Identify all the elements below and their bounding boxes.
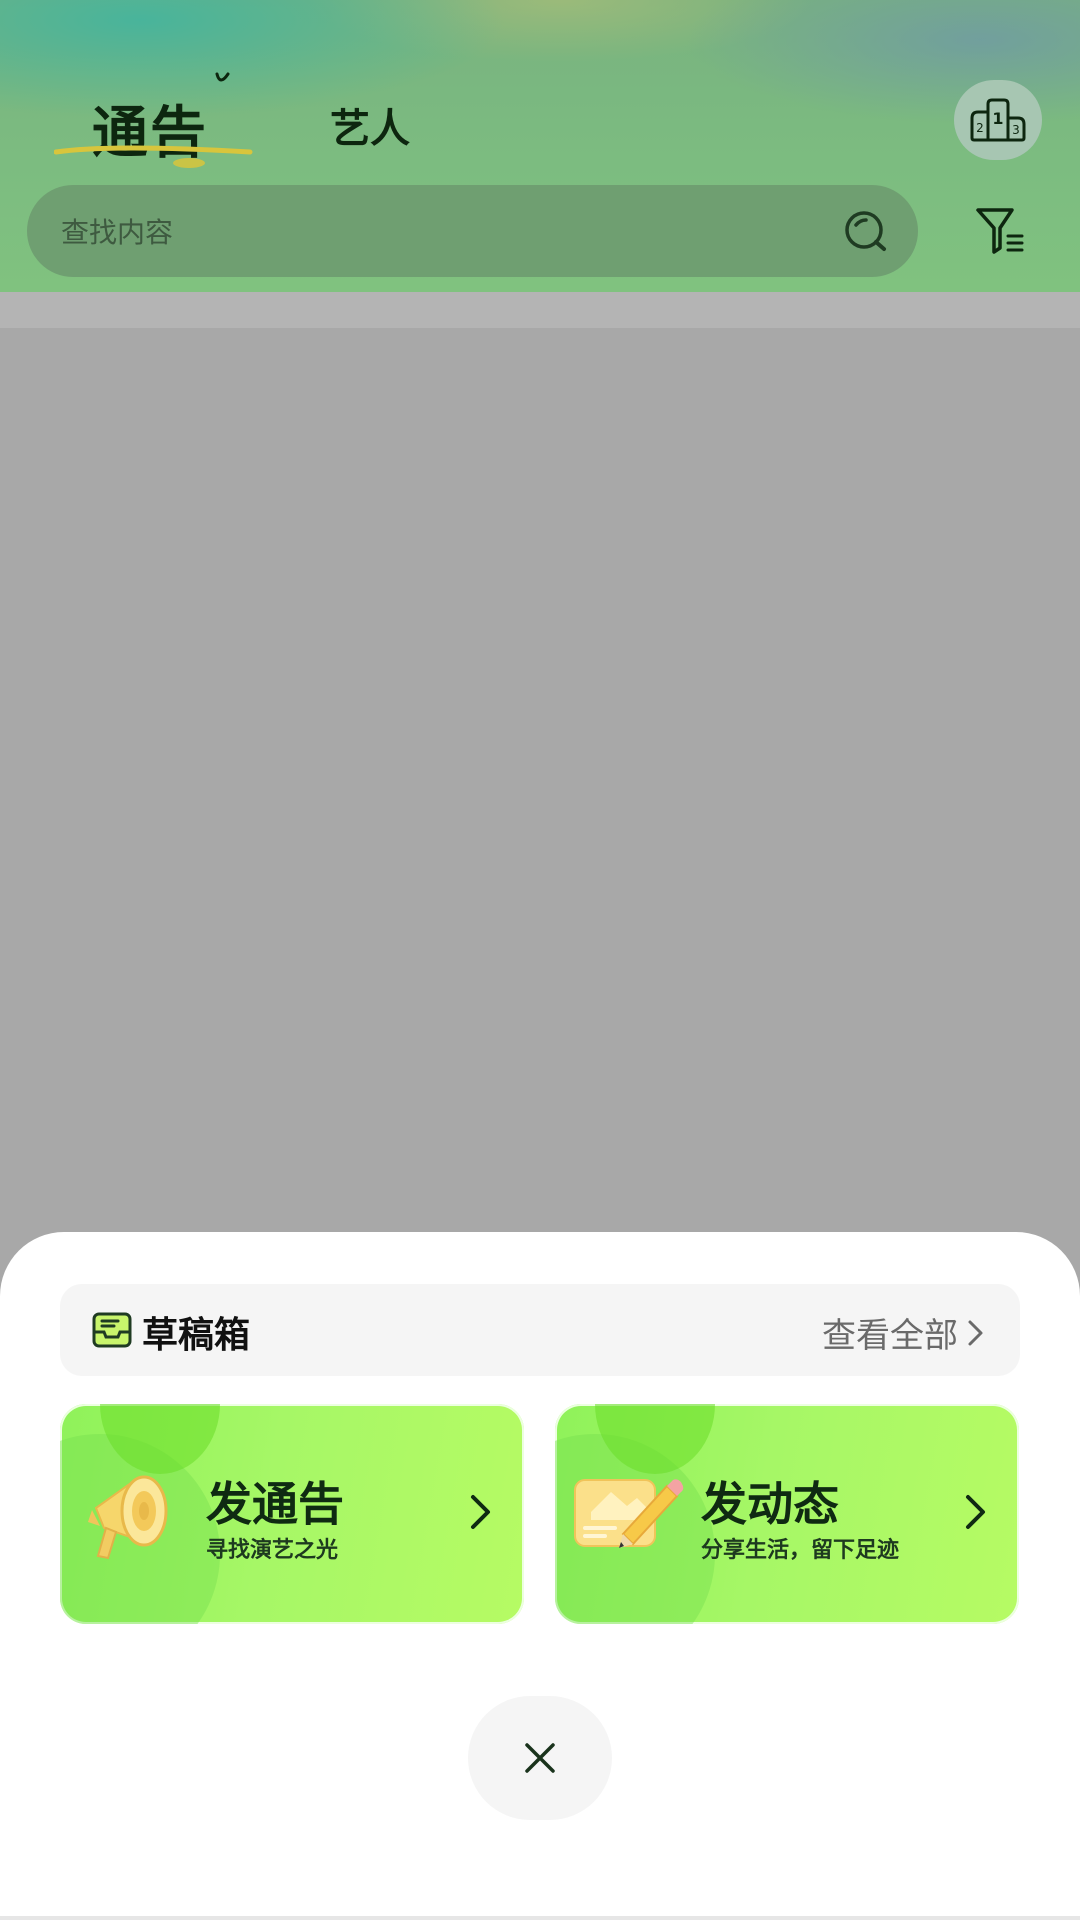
bottom-divider [0,1916,1080,1920]
drafts-box-row[interactable]: 草稿箱 查看全部 [60,1284,1020,1376]
tab-active-underline [54,145,253,168]
chevron-right-icon [968,1320,983,1345]
card-title: 发通告 [206,1477,344,1531]
filter-list-icon[interactable] [974,206,1030,258]
svg-text:3: 3 [1012,123,1020,137]
card-subtitle: 分享生活，留下足迹 [701,1538,900,1563]
view-all-link[interactable]: 查看全部 [822,1308,986,1357]
picture-pencil-icon [574,1479,684,1548]
card-subtitle: 寻找演艺之光 [206,1538,339,1563]
chevron-right-icon [471,1495,490,1529]
tab-accent-mark [215,72,230,82]
post-announcement-card[interactable]: 发通告 寻找演艺之光 [60,1404,524,1624]
card-title: 发动态 [701,1477,839,1531]
podium-icon: 1 2 3 [970,98,1026,142]
post-moment-card[interactable]: 发动态 分享生活，留下足迹 [555,1404,1019,1624]
chevron-right-icon [966,1495,985,1529]
inbox-icon [92,1312,132,1348]
search-icon[interactable] [842,207,890,255]
drafts-label: 草稿箱 [142,1315,251,1356]
publish-bottom-sheet: 草稿箱 查看全部 发通告 寻找演艺之光 发动态 分享生活，留下足迹 [0,1232,1080,1920]
close-button[interactable] [468,1696,612,1820]
tab-artists[interactable]: 艺人 [330,96,410,154]
view-all-label: 查看全部 [822,1316,958,1356]
top-header: 通告 艺人 1 2 3 查找内容 [0,0,1080,292]
content-divider [0,292,1080,328]
megaphone-icon [88,1475,168,1560]
search-input[interactable]: 查找内容 [27,185,918,277]
svg-text:2: 2 [976,121,984,135]
svg-text:1: 1 [992,109,1003,128]
ranking-button[interactable]: 1 2 3 [954,80,1042,160]
search-placeholder: 查找内容 [61,216,174,249]
close-icon [525,1743,555,1773]
